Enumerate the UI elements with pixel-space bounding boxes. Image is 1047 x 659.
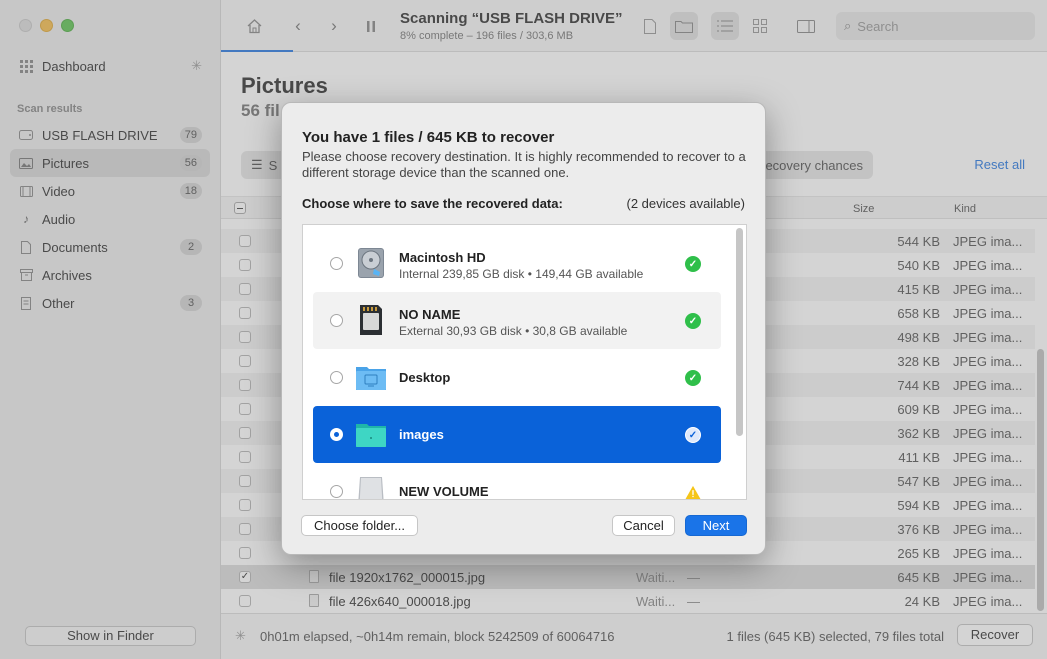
destination-no-name[interactable]: NO NAME External 30,93 GB disk • 30,8 GB…: [313, 292, 721, 349]
available-check-icon: ✓: [685, 313, 701, 329]
destination-new-volume[interactable]: NEW VOLUME: [313, 463, 721, 499]
destination-detail: Internal 239,85 GB disk • 149,44 GB avai…: [399, 267, 644, 281]
destination-macintosh-hd[interactable]: Macintosh HD Internal 239,85 GB disk • 1…: [313, 235, 721, 292]
dialog-title: You have 1 files / 645 KB to recover: [302, 129, 555, 146]
devices-available-count: (2 devices available): [626, 196, 745, 211]
available-check-icon: ✓: [685, 370, 701, 386]
choose-folder-button[interactable]: Choose folder...: [301, 515, 418, 536]
destination-radio[interactable]: [330, 314, 343, 327]
hard-disk-icon: [358, 248, 384, 278]
destination-radio[interactable]: [330, 428, 343, 441]
destination-name: NO NAME: [399, 307, 461, 322]
destination-desktop[interactable]: Desktop ✓: [313, 349, 721, 406]
destination-name: Macintosh HD: [399, 250, 486, 265]
destination-radio[interactable]: [330, 371, 343, 384]
desktop-folder-icon: [356, 367, 386, 390]
volume-icon: [358, 477, 384, 499]
destination-name: images: [399, 427, 444, 442]
destination-list: Macintosh HD Internal 239,85 GB disk • 1…: [302, 224, 747, 500]
recovery-destination-dialog: You have 1 files / 645 KB to recover Ple…: [281, 102, 766, 555]
destination-radio[interactable]: [330, 257, 343, 270]
available-check-icon: ✓: [685, 256, 701, 272]
next-button[interactable]: Next: [685, 515, 747, 536]
destination-radio[interactable]: [330, 485, 343, 498]
destination-detail: External 30,93 GB disk • 30,8 GB availab…: [399, 324, 628, 338]
destination-label: Choose where to save the recovered data:: [302, 196, 563, 211]
destination-name: Desktop: [399, 370, 451, 385]
sd-card-icon: [360, 305, 382, 335]
folder-icon: [356, 424, 386, 447]
destination-list-scrollbar[interactable]: [736, 228, 743, 436]
cancel-button[interactable]: Cancel: [612, 515, 675, 536]
warning-icon: [685, 484, 701, 499]
destination-name: NEW VOLUME: [399, 484, 489, 499]
dialog-description: Please choose recovery destination. It i…: [302, 149, 746, 180]
destination-images[interactable]: images ✓: [313, 406, 721, 463]
selected-check-icon: ✓: [685, 427, 701, 443]
